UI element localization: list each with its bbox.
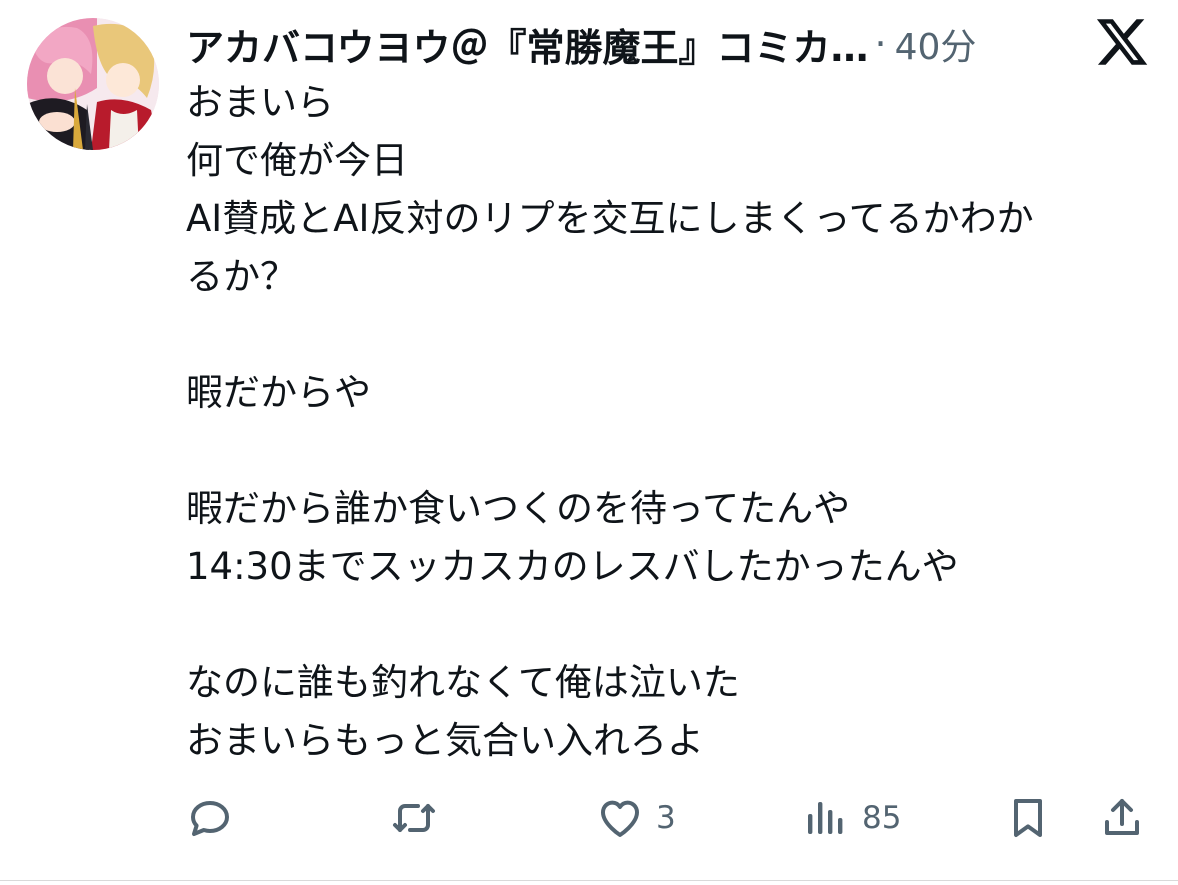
tweet-body-line: 何で俺が今日: [186, 139, 408, 182]
views-button[interactable]: 85: [802, 788, 901, 848]
like-count: 3: [656, 800, 676, 836]
retweet-icon: [393, 804, 435, 832]
tweet-body-line: [186, 306, 1156, 364]
tweet-body-line: AI賛成とAI反対のリプを交互にしまくってるかわか: [186, 197, 1034, 240]
reply-button[interactable]: [186, 788, 246, 848]
tweet-header: アカバコウヨウ＠『常勝魔王』コミカ… · 40分: [186, 14, 1066, 74]
x-logo-icon[interactable]: [1094, 14, 1150, 70]
tweet-body-line: おまいらもっと気合い入れろよ: [186, 719, 704, 762]
tweet-divider: [0, 880, 1178, 881]
views-count: 85: [862, 800, 902, 836]
views-icon: [808, 802, 843, 834]
share-button[interactable]: [1098, 788, 1146, 848]
share-icon: [1105, 799, 1139, 835]
tweet-body-line: 暇だから誰か食いつくのを待ってたんや: [186, 487, 851, 530]
like-button[interactable]: 3: [596, 788, 676, 848]
author-display-name[interactable]: アカバコウヨウ＠『常勝魔王』コミカ…: [186, 17, 868, 72]
heart-icon: [601, 800, 639, 837]
bookmark-icon: [1014, 799, 1042, 837]
tweet-card: アカバコウヨウ＠『常勝魔王』コミカ… · 40分 おまいら 何で俺が今日 AI賛…: [0, 0, 1178, 885]
tweet-body-line: [186, 596, 1156, 654]
reply-icon: [191, 801, 229, 836]
avatar-illustration: [27, 18, 159, 150]
retweet-button[interactable]: [390, 788, 450, 848]
avatar[interactable]: [27, 18, 159, 150]
header-separator: ·: [874, 22, 887, 66]
tweet-body-line: なのに誰も釣れなくて俺は泣いた: [186, 661, 740, 704]
tweet-body-line: 暇だからや: [186, 371, 371, 414]
tweet-body-line: 14:30までスッカスカのレスバしたかったんや: [186, 545, 959, 588]
tweet-timestamp[interactable]: 40分: [895, 18, 977, 70]
tweet-body-line: るか？: [186, 255, 297, 298]
tweet-body-line: おまいら: [186, 81, 334, 124]
tweet-body: おまいら 何で俺が今日 AI賛成とAI反対のリプを交互にしまくってるかわか るか…: [186, 74, 1156, 770]
tweet-body-line: [186, 422, 1156, 480]
bookmark-button[interactable]: [1004, 788, 1052, 848]
tweet-actions-bar: 3 85: [0, 788, 1178, 848]
